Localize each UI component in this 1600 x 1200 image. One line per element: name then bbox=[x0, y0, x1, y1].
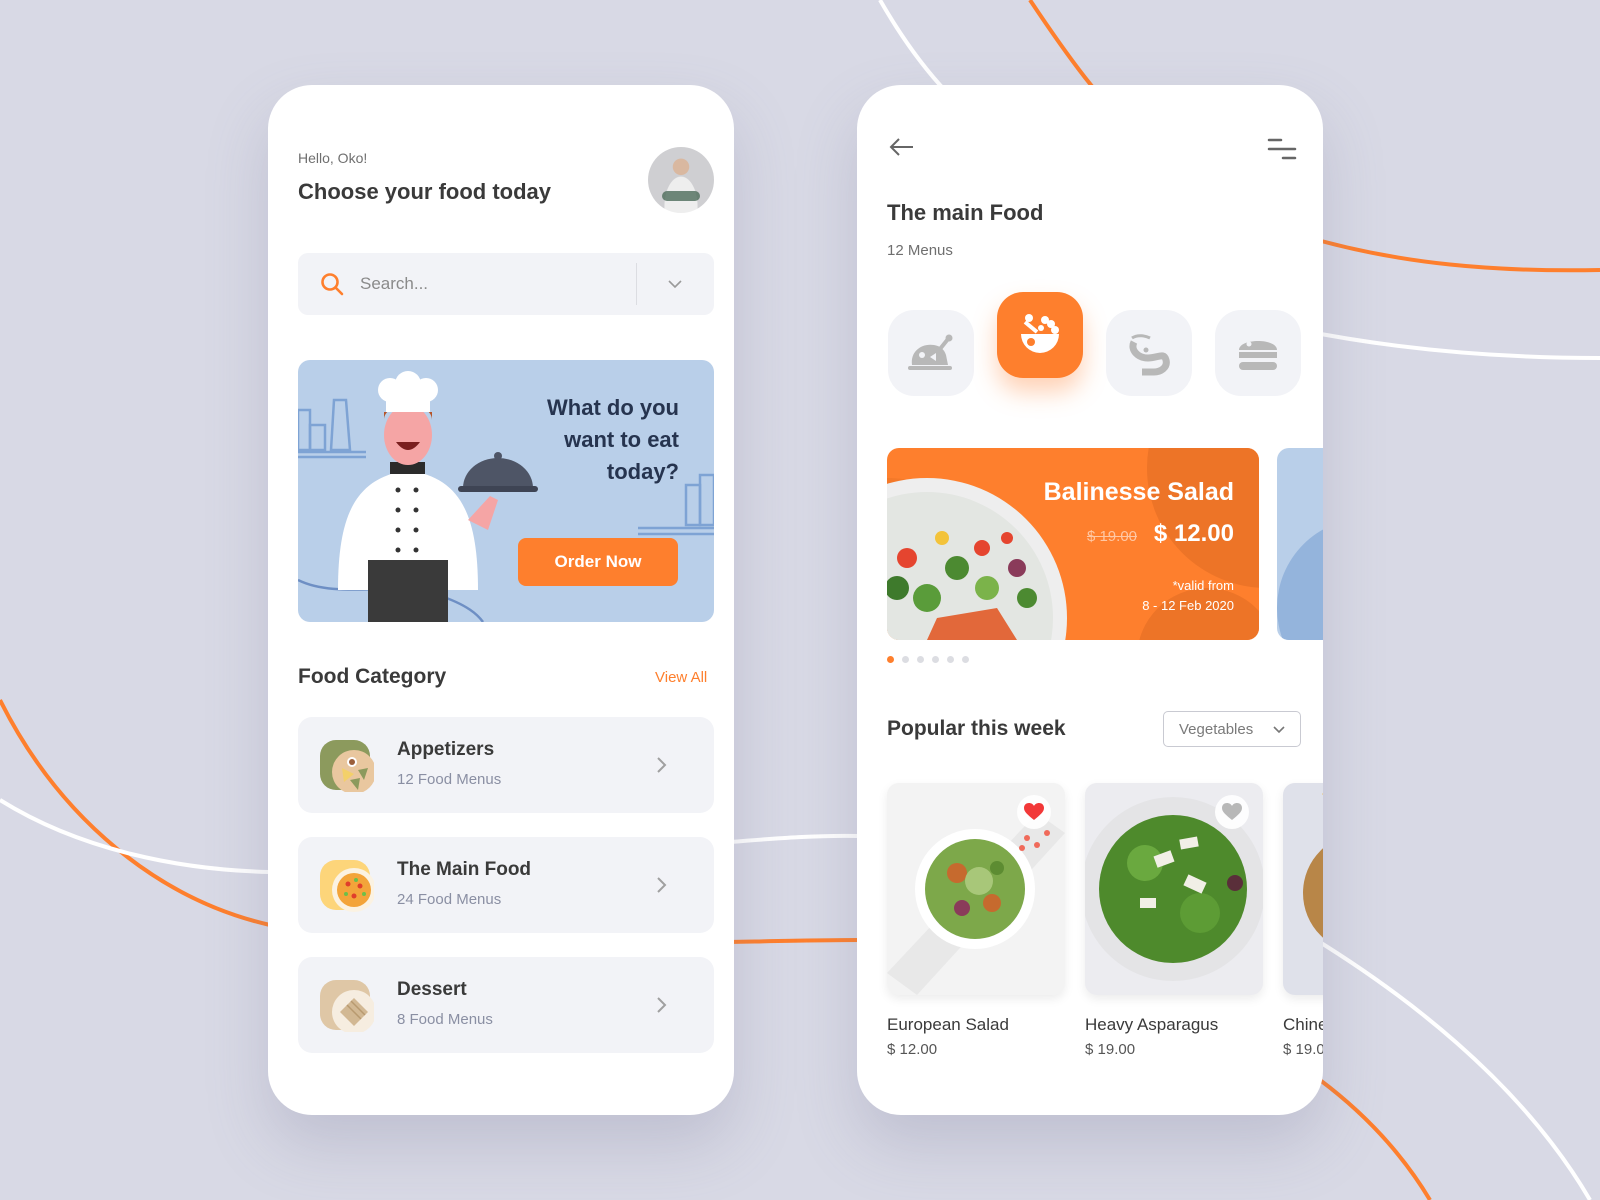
background-curves bbox=[0, 0, 1600, 1200]
food-price: $ 19.00 bbox=[1283, 1041, 1323, 1058]
category-name: The Main Food bbox=[397, 859, 532, 880]
food-type-shrimp[interactable] bbox=[1106, 310, 1192, 396]
banner-line-3: today? bbox=[606, 459, 679, 484]
headline: Choose your food today bbox=[298, 179, 551, 204]
salad-bowl-icon bbox=[1021, 314, 1059, 353]
food-image-european-salad bbox=[887, 783, 1065, 995]
heart-filled-icon bbox=[1024, 803, 1044, 820]
chinese-photo bbox=[1283, 783, 1323, 995]
view-all-link[interactable]: View All bbox=[655, 669, 707, 686]
next-promo-card[interactable] bbox=[1277, 448, 1323, 640]
popular-item[interactable]: Heavy Asparagus $ 19.00 bbox=[1085, 783, 1263, 1058]
carousel-dot[interactable] bbox=[947, 656, 954, 663]
appetizer-icon bbox=[320, 740, 374, 792]
favorite-button[interactable] bbox=[1215, 795, 1249, 829]
chevron-down-icon bbox=[1273, 726, 1285, 734]
category-name: Dessert bbox=[397, 979, 467, 1000]
heart-outline-icon bbox=[1222, 803, 1242, 820]
food-image-heavy-asparagus bbox=[1085, 783, 1263, 995]
search-bar bbox=[298, 253, 714, 315]
category-item-appetizers[interactable]: Appetizers 12 Food Menus bbox=[298, 717, 714, 813]
greeting-text: Hello, Oko! bbox=[298, 150, 368, 166]
main-food-icon bbox=[320, 860, 374, 912]
promo-validity: *valid from 8 - 12 Feb 2020 bbox=[1142, 576, 1234, 616]
chevron-down-icon[interactable] bbox=[666, 275, 684, 298]
food-name: European Salad bbox=[887, 1015, 1009, 1034]
promo-old-price: $ 19.00 bbox=[1086, 528, 1137, 545]
home-screen: Hello, Oko! Choose your food today Searc… bbox=[268, 85, 734, 1115]
category-count: 12 Food Menus bbox=[397, 771, 502, 788]
burger-icon bbox=[1239, 341, 1277, 370]
popular-title: Popular this week bbox=[887, 717, 1066, 740]
carousel-dot[interactable] bbox=[962, 656, 969, 663]
promo-card[interactable]: Balinesse Salad $ 19.00 $ 12.00 *valid f… bbox=[887, 448, 1259, 640]
carousel-dot[interactable] bbox=[887, 656, 894, 663]
category-filter-select[interactable]: Vegetables bbox=[1163, 711, 1301, 747]
user-avatar[interactable] bbox=[648, 147, 714, 213]
food-price: $ 19.00 bbox=[1085, 1041, 1136, 1058]
chevron-right-icon bbox=[657, 757, 667, 773]
validity-line-2: 8 - 12 Feb 2020 bbox=[1142, 598, 1234, 613]
detail-screen: The main Food 12 Menus Balinesse Salad $… bbox=[857, 85, 1323, 1115]
food-type-salad[interactable] bbox=[997, 292, 1083, 378]
menu-lines-icon[interactable] bbox=[1267, 137, 1297, 161]
detail-subtitle: 12 Menus bbox=[887, 242, 953, 259]
food-image-chinese bbox=[1283, 783, 1323, 995]
banner-line-2: want to eat bbox=[564, 427, 679, 452]
arrow-left-icon[interactable] bbox=[889, 137, 915, 157]
search-input[interactable] bbox=[360, 271, 620, 297]
food-name: Chinese bbox=[1283, 1015, 1323, 1034]
chevron-right-icon bbox=[657, 877, 667, 893]
promo-new-price: $ 12.00 bbox=[1153, 520, 1234, 547]
shrimp-icon bbox=[1129, 334, 1170, 376]
search-divider bbox=[636, 263, 637, 305]
order-now-button[interactable]: Order Now bbox=[518, 538, 678, 586]
chevron-right-icon bbox=[657, 997, 667, 1013]
category-name: Appetizers bbox=[397, 739, 495, 760]
promo-banner: What do you want to eat today? Order Now bbox=[298, 360, 714, 622]
category-item-dessert[interactable]: Dessert 8 Food Menus bbox=[298, 957, 714, 1053]
favorite-button[interactable] bbox=[1017, 795, 1051, 829]
category-count: 8 Food Menus bbox=[397, 1011, 493, 1028]
filter-value: Vegetables bbox=[1179, 721, 1254, 738]
detail-title: The main Food bbox=[887, 200, 1044, 225]
food-type-chicken[interactable] bbox=[888, 310, 974, 396]
carousel-dots bbox=[887, 656, 969, 663]
roast-chicken-icon bbox=[908, 334, 953, 370]
food-name: Heavy Asparagus bbox=[1085, 1015, 1219, 1034]
banner-line-1: What do you bbox=[547, 395, 679, 420]
popular-item[interactable]: Chinese $ 19.00 bbox=[1283, 783, 1323, 1058]
carousel-dot[interactable] bbox=[932, 656, 939, 663]
carousel-dot[interactable] bbox=[917, 656, 924, 663]
promo-name: Balinesse Salad bbox=[1043, 478, 1234, 506]
dessert-icon bbox=[320, 980, 374, 1032]
food-category-title: Food Category bbox=[298, 665, 447, 688]
carousel-dot[interactable] bbox=[902, 656, 909, 663]
category-count: 24 Food Menus bbox=[397, 891, 502, 908]
category-item-main-food[interactable]: The Main Food 24 Food Menus bbox=[298, 837, 714, 933]
popular-item[interactable]: European Salad $ 12.00 bbox=[887, 783, 1065, 1058]
search-icon[interactable] bbox=[320, 272, 344, 301]
next-promo-decor bbox=[1277, 529, 1323, 640]
banner-headline: What do you want to eat today? bbox=[479, 392, 679, 488]
food-price: $ 12.00 bbox=[887, 1041, 938, 1058]
food-type-burger[interactable] bbox=[1215, 310, 1301, 396]
validity-line-1: *valid from bbox=[1172, 578, 1234, 593]
